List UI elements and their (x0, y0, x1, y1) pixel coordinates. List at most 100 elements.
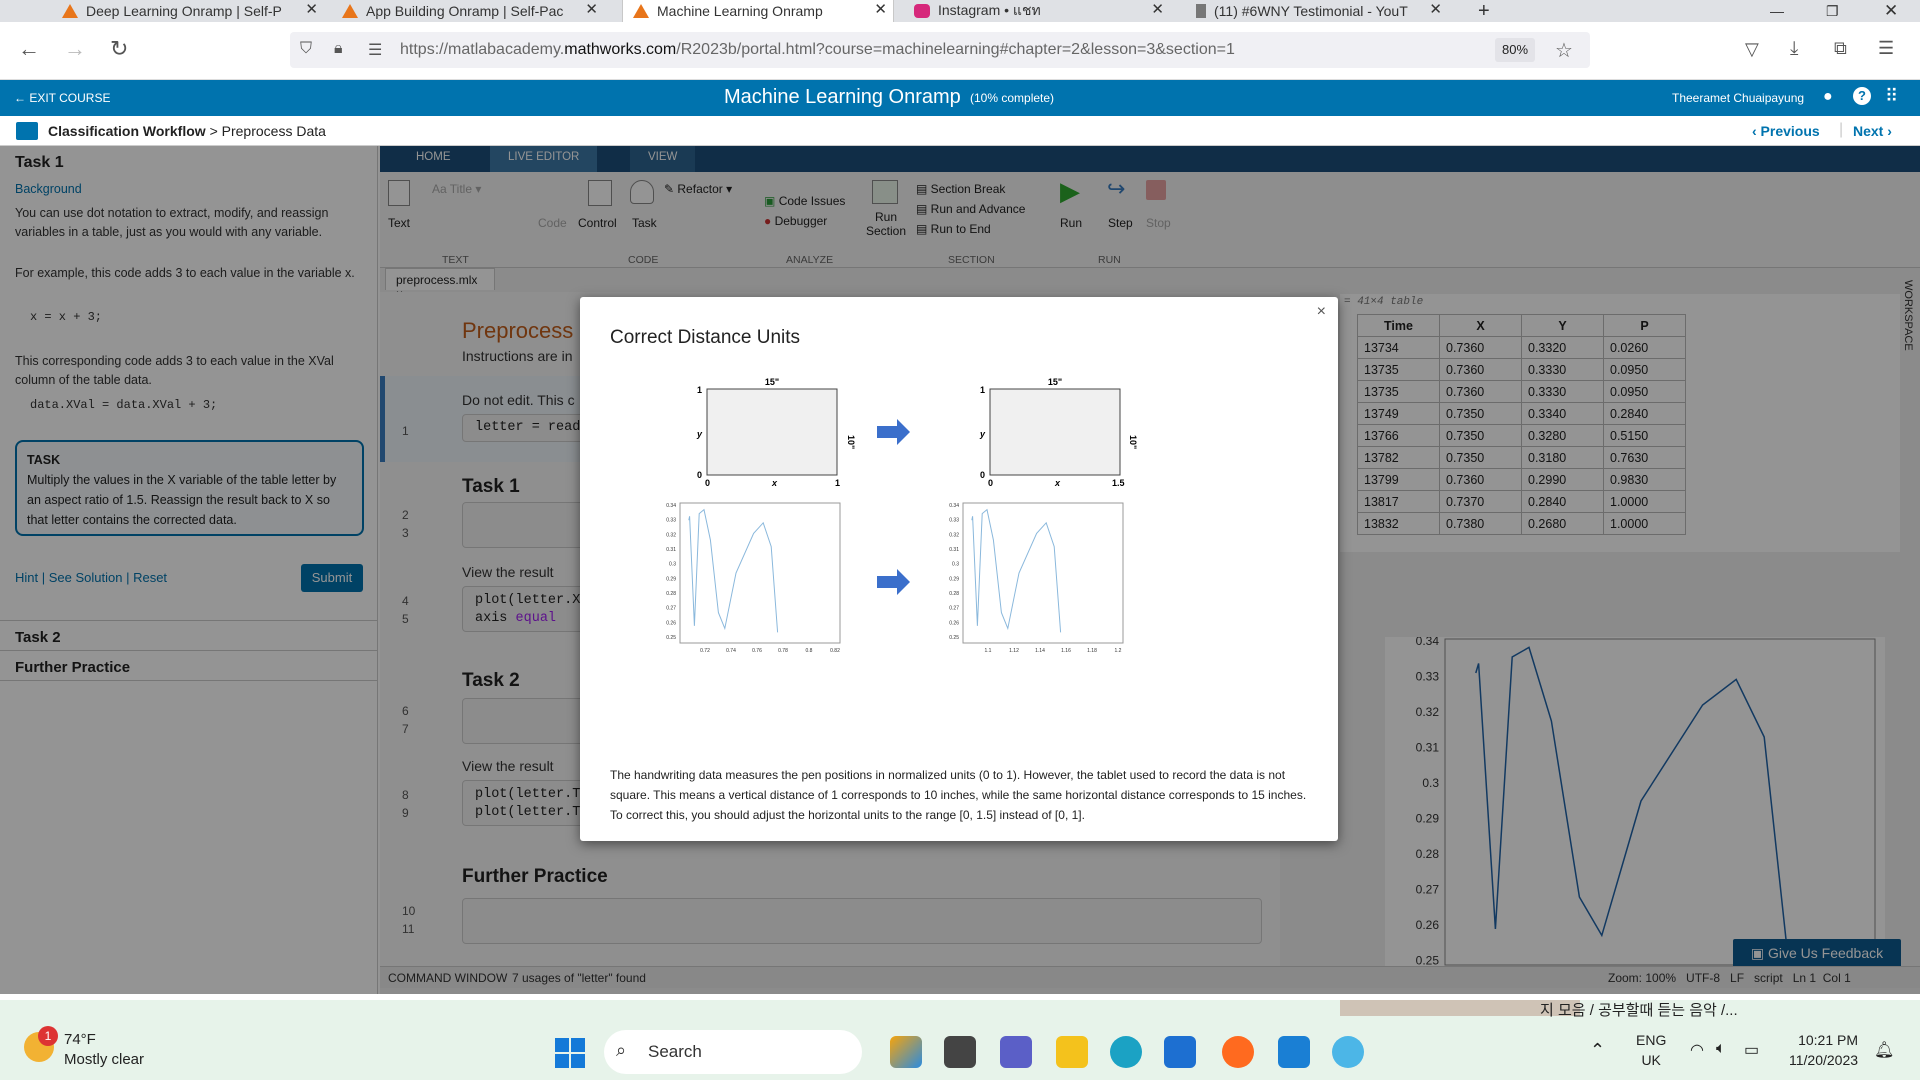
help-icon[interactable]: ? (1853, 87, 1871, 105)
instagram-icon (914, 4, 930, 18)
y-tick-label: 0.29 (666, 576, 676, 582)
terminal-icon[interactable] (944, 1036, 976, 1068)
language-indicator[interactable]: ENG UK (1636, 1030, 1666, 1070)
user-name[interactable]: Theeramet Chuaipayung (1672, 91, 1804, 105)
bookmark-star-icon[interactable]: ☆ (1555, 38, 1573, 63)
units-illustration: 15" 10" y x 1 0 0 1 15" 10" y x 1 0 0 1.… (666, 377, 1138, 654)
zoom-level[interactable]: 80% (1495, 38, 1535, 62)
y-tick-label: 0.26 (949, 620, 959, 626)
dialog-explanation: The handwriting data measures the pen po… (610, 768, 1307, 822)
media-title[interactable]: 지 모음 / 공부할때 듣는 음악 /... (1540, 999, 1738, 1020)
breadcrumb-path: Classification Workflow > Preprocess Dat… (48, 123, 326, 139)
box-x-min: 0 (705, 478, 710, 488)
windows-taskbar: 1 74°F Mostly clear ⌕ Search 지 모음 / 공부할때 … (0, 1000, 1920, 1080)
x-tick-label: 0.78 (778, 648, 788, 654)
close-tab-icon[interactable]: ✕ (1151, 0, 1164, 18)
teams-icon[interactable] (1000, 1036, 1032, 1068)
close-tab-icon[interactable]: ✕ (1429, 0, 1442, 18)
previous-link[interactable]: ‹ Previous (1752, 123, 1820, 139)
tab-youtube[interactable]: (11) #6WNY Testimonial - YouT ✕ (1196, 0, 1448, 22)
matlab-logo-icon (342, 4, 358, 18)
close-tab-icon[interactable]: ✕ (585, 0, 598, 18)
wifi-icon[interactable]: ◠ (1690, 1040, 1704, 1060)
exit-label: EXIT COURSE (29, 91, 111, 105)
lock-icon[interactable]: 🔒︎ (334, 40, 343, 58)
weather-widget[interactable]: 74°F Mostly clear (64, 1030, 144, 1070)
breadcrumb-page: Preprocess Data (221, 123, 326, 139)
minimize-window-icon[interactable]: — (1770, 0, 1810, 22)
breadcrumb-section[interactable]: Classification Workflow (48, 123, 206, 139)
arrow-right-icon (877, 419, 910, 445)
exit-course-link[interactable]: ← EXIT COURSE (14, 91, 110, 105)
tab-deep-learning[interactable]: Deep Learning Onramp | Self-P ✕ (62, 0, 324, 22)
close-tab-icon[interactable]: ✕ (305, 0, 318, 18)
copilot-icon[interactable] (890, 1036, 922, 1068)
next-link[interactable]: Next › (1853, 123, 1892, 139)
system-clock[interactable]: 10:21 PM 11/20/2023 (1789, 1030, 1858, 1070)
matlab-logo-icon (62, 4, 78, 18)
back-icon[interactable]: ← (18, 36, 40, 62)
user-icon[interactable]: ● (1823, 88, 1833, 106)
windows-start-icon[interactable] (555, 1038, 585, 1068)
tab-label: Deep Learning Onramp | Self-P (86, 3, 282, 19)
close-window-icon[interactable]: ✕ (1884, 0, 1914, 22)
restore-window-icon[interactable]: ❐ (1826, 0, 1856, 22)
tablet-box-original (706, 388, 838, 476)
plot-frame (962, 502, 1124, 644)
y-tick-label: 0.32 (666, 532, 676, 538)
close-tab-icon[interactable]: ✕ (874, 0, 887, 18)
tab-label: Machine Learning Onramp (657, 3, 823, 19)
matlab-logo-icon (633, 4, 649, 18)
tab-instagram[interactable]: Instagram • แชท ✕ (914, 0, 1170, 22)
box-y-label: y (979, 429, 986, 439)
box-y-min: 0 (980, 470, 985, 480)
x-tick-label: 0.76 (752, 648, 762, 654)
taskbar-search[interactable]: ⌕ Search (604, 1030, 862, 1074)
course-menu-icon[interactable] (16, 122, 38, 140)
tab-machine-learning[interactable]: Machine Learning Onramp ✕ (622, 0, 894, 22)
media-player-icon[interactable] (1278, 1036, 1310, 1068)
x-tick-label: 0.72 (700, 648, 710, 654)
tab-label: Instagram • แชท (938, 2, 1041, 18)
apps-grid-icon[interactable]: ⠿ (1885, 86, 1898, 107)
y-tick-label: 0.31 (666, 547, 676, 553)
x-tick-label: 1.16 (1061, 648, 1071, 654)
reload-icon[interactable]: ↻ (110, 36, 128, 62)
y-tick-label: 0.3 (669, 562, 676, 568)
x-tick-label: 0.82 (830, 648, 840, 654)
firefox-icon[interactable] (1222, 1036, 1254, 1068)
y-tick-label: 0.28 (666, 591, 676, 597)
app-icon[interactable] (1332, 1036, 1364, 1068)
browser-tab-bar: Deep Learning Onramp | Self-P ✕ App Build… (0, 0, 1920, 22)
region-code: UK (1641, 1052, 1661, 1068)
notifications-bell-icon[interactable]: 🔔︎ (1874, 1040, 1894, 1060)
show-hidden-icons-icon[interactable]: ⌃ (1590, 1040, 1605, 1061)
forward-icon[interactable]: → (64, 36, 86, 62)
new-tab-button[interactable]: + (1478, 0, 1508, 22)
edge-icon[interactable] (1110, 1036, 1142, 1068)
correct-distance-units-dialog: Correct Distance Units × 15" 10" y x 1 0… (580, 297, 1338, 841)
download-icon[interactable]: ⤓ (1790, 38, 1798, 60)
extensions-icon[interactable]: ⧉ (1834, 38, 1847, 59)
volume-icon[interactable]: 🔈︎ (1716, 1040, 1726, 1058)
y-tick-label: 0.31 (949, 547, 959, 553)
file-explorer-icon[interactable] (1056, 1036, 1088, 1068)
box-y-label: y (696, 429, 703, 439)
store-icon[interactable] (1164, 1036, 1196, 1068)
nav-divider: | (1839, 121, 1844, 138)
menu-icon[interactable]: ☰ (1878, 38, 1894, 59)
permissions-icon[interactable]: ☰ (368, 40, 382, 60)
url-text[interactable]: https://matlabacademy.mathworks.com/R202… (400, 41, 1235, 59)
pocket-icon[interactable]: ▽ (1745, 39, 1759, 60)
close-dialog-icon[interactable]: × (1317, 303, 1326, 321)
battery-icon[interactable]: ▭ (1744, 1040, 1759, 1060)
notification-badge: 1 (38, 1026, 58, 1046)
y-tick-label: 0.27 (949, 606, 959, 612)
tab-app-building[interactable]: App Building Onramp | Self-Pac ✕ (342, 0, 604, 22)
shield-icon[interactable]: ⛉ (300, 40, 312, 58)
url-path: /R2023b/portal.html?course=machinelearni… (676, 41, 1235, 58)
box-x-label: x (1054, 478, 1061, 488)
x-tick-label: 1.2 (1115, 648, 1122, 654)
box-height-label: 10" (846, 435, 856, 449)
address-bar[interactable]: ⛉ 🔒︎ ☰ https://matlabacademy.mathworks.c… (290, 32, 1590, 68)
